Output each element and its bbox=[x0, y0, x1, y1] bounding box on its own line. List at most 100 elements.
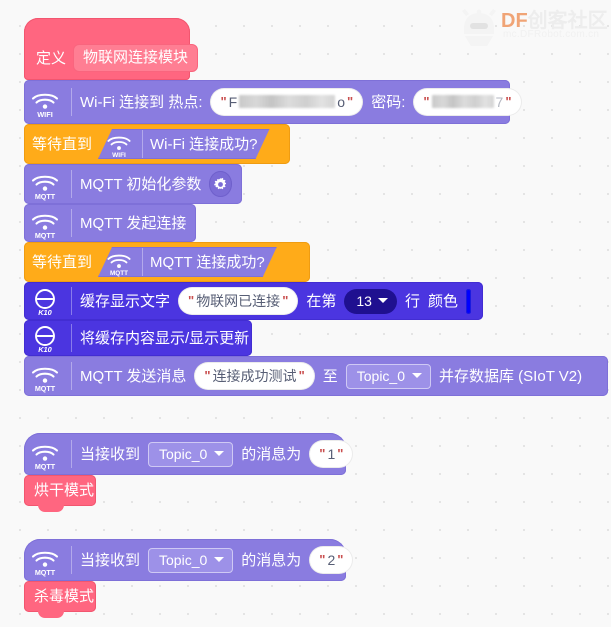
icon-divider bbox=[71, 287, 72, 315]
wifi-connected-boolean[interactable]: WIFI Wi-Fi 连接成功? bbox=[98, 129, 270, 159]
svg-text:K10: K10 bbox=[38, 308, 52, 317]
wait-until-label: 等待直到 bbox=[32, 253, 93, 271]
mqtt-icon: MQTT bbox=[104, 247, 134, 277]
wifi-ssid-input[interactable]: " F o " bbox=[210, 88, 364, 116]
receive-value-input-1[interactable]: " 1 " bbox=[309, 440, 354, 468]
quote-open: " bbox=[188, 293, 195, 308]
mqtt-send-label: MQTT 发送消息 bbox=[80, 367, 187, 385]
block-notch bbox=[38, 505, 64, 512]
line-prefix-label: 在第 bbox=[306, 292, 337, 310]
quote-close: " bbox=[505, 94, 512, 109]
quote-open: " bbox=[204, 368, 211, 383]
color-swatch[interactable] bbox=[465, 288, 471, 314]
svg-text:MQTT: MQTT bbox=[35, 462, 56, 471]
svg-text:WIFI: WIFI bbox=[112, 152, 126, 159]
chevron-down-icon bbox=[214, 451, 225, 456]
quote-open: " bbox=[319, 552, 326, 567]
mqtt-connect-text: MQTT 发起连接 bbox=[80, 214, 187, 232]
quote-close: " bbox=[347, 94, 354, 109]
icon-divider bbox=[142, 248, 143, 276]
block-notch bbox=[38, 611, 64, 618]
quote-open: " bbox=[220, 94, 227, 109]
cache-refresh-block[interactable]: K10 将缓存内容显示/显示更新 bbox=[24, 320, 252, 356]
mqtt-icon: MQTT bbox=[28, 437, 62, 471]
receive-value-1: 1 bbox=[327, 445, 336, 462]
ssid-prefix: F bbox=[228, 93, 238, 110]
icon-divider bbox=[71, 440, 72, 468]
call-procedure-name-2: 杀毒模式 bbox=[34, 588, 95, 605]
receive-topic-value-2: Topic_0 bbox=[159, 551, 208, 568]
wait-until-wifi-block[interactable]: 等待直到 WIFI Wi-Fi 连接成功? bbox=[24, 124, 290, 164]
svg-text:K10: K10 bbox=[38, 345, 52, 354]
svg-text:MQTT: MQTT bbox=[35, 384, 56, 393]
wifi-connect-text: Wi-Fi 连接到 热点: bbox=[80, 93, 203, 111]
ssid-suffix: o bbox=[337, 93, 346, 110]
procedure-name-label[interactable]: 物联网连接模块 bbox=[73, 44, 199, 72]
display-text-input[interactable]: " 物联网已连接 " bbox=[178, 287, 299, 315]
icon-divider bbox=[71, 88, 72, 116]
gear-icon[interactable] bbox=[209, 171, 232, 197]
receive-value-2: 2 bbox=[327, 551, 336, 568]
mqtt-init-block[interactable]: MQTT MQTT 初始化参数 bbox=[24, 164, 242, 204]
call-procedure-block-2[interactable]: 杀毒模式 bbox=[24, 581, 96, 618]
receive-value-input-2[interactable]: " 2 " bbox=[309, 546, 354, 574]
svg-text:MQTT: MQTT bbox=[35, 231, 56, 240]
mqtt-init-text: MQTT 初始化参数 bbox=[80, 175, 202, 193]
define-keyword: 定义 bbox=[36, 49, 67, 67]
wifi-connected-text: Wi-Fi 连接成功? bbox=[150, 135, 258, 153]
mqtt-connect-block[interactable]: MQTT MQTT 发起连接 bbox=[24, 204, 196, 242]
k10-icon: K10 bbox=[28, 284, 62, 318]
color-label: 颜色 bbox=[427, 292, 458, 310]
wifi-icon: WIFI bbox=[104, 129, 134, 159]
display-text-value: 物联网已连接 bbox=[196, 292, 281, 309]
mqtt-message-input[interactable]: " 连接成功测试 " bbox=[194, 362, 315, 390]
mqtt-send-message-block[interactable]: MQTT MQTT 发送消息 " 连接成功测试 " 至 Topic_0 并存数据… bbox=[24, 356, 608, 396]
blocks-workspace[interactable]: 定义 物联网连接模块 WIFI Wi-Fi 连接到 热点: " F o " 密码… bbox=[0, 0, 611, 627]
cache-display-text-block[interactable]: K10 缓存显示文字 " 物联网已连接 " 在第 13 行 颜色 bbox=[24, 282, 483, 320]
mqtt-send-to-label: 至 bbox=[322, 367, 338, 385]
define-hat-block[interactable]: 定义 物联网连接模块 bbox=[24, 18, 199, 80]
quote-close: " bbox=[282, 293, 289, 308]
mqtt-icon: MQTT bbox=[28, 206, 62, 240]
password-suffix: 7 bbox=[495, 93, 504, 110]
call-procedure-block-1[interactable]: 烘干模式 bbox=[24, 475, 96, 512]
quote-close: " bbox=[298, 368, 305, 383]
icon-divider bbox=[142, 130, 143, 158]
wifi-password-input[interactable]: " 7 " bbox=[413, 88, 522, 116]
wait-until-label: 等待直到 bbox=[32, 135, 93, 153]
cache-refresh-text: 将缓存内容显示/显示更新 bbox=[80, 329, 250, 347]
wifi-password-label: 密码: bbox=[371, 93, 406, 111]
svg-text:MQTT: MQTT bbox=[35, 568, 56, 577]
line-number-dropdown[interactable]: 13 bbox=[344, 288, 397, 314]
receive-prefix-label-1: 当接收到 bbox=[80, 445, 141, 463]
line-number-value: 13 bbox=[356, 292, 372, 309]
receive-mid-label-1: 的消息为 bbox=[241, 445, 302, 463]
receive-topic-dropdown-1[interactable]: Topic_0 bbox=[148, 441, 234, 467]
svg-text:MQTT: MQTT bbox=[110, 270, 128, 277]
k10-icon: K10 bbox=[28, 321, 62, 355]
mqtt-receive-hat-block-2[interactable]: MQTT 当接收到 Topic_0 的消息为 " 2 " bbox=[24, 539, 354, 581]
chevron-down-icon bbox=[377, 298, 388, 303]
mqtt-connected-boolean[interactable]: MQTT MQTT 连接成功? bbox=[98, 247, 277, 277]
receive-topic-dropdown-2[interactable]: Topic_0 bbox=[148, 547, 234, 573]
mqtt-message-value: 连接成功测试 bbox=[212, 367, 297, 384]
icon-divider bbox=[71, 170, 72, 198]
quote-open: " bbox=[423, 94, 430, 109]
chevron-down-icon bbox=[214, 557, 225, 562]
password-redacted-region bbox=[431, 95, 494, 108]
wait-until-mqtt-block[interactable]: 等待直到 MQTT MQTT 连接成功? bbox=[24, 242, 310, 282]
mqtt-receive-hat-block-1[interactable]: MQTT 当接收到 Topic_0 的消息为 " 1 " bbox=[24, 433, 354, 475]
quote-open: " bbox=[319, 446, 326, 461]
line-suffix-label: 行 bbox=[404, 292, 420, 310]
svg-text:WIFI: WIFI bbox=[37, 110, 53, 119]
mqtt-icon: MQTT bbox=[28, 167, 62, 201]
icon-divider bbox=[71, 362, 72, 390]
mqtt-icon: MQTT bbox=[28, 543, 62, 577]
mqtt-topic-value: Topic_0 bbox=[356, 367, 406, 384]
cache-display-text-label: 缓存显示文字 bbox=[80, 292, 171, 310]
svg-text:MQTT: MQTT bbox=[35, 192, 56, 201]
wifi-connect-block[interactable]: WIFI Wi-Fi 连接到 热点: " F o " 密码: " 7 " bbox=[24, 80, 522, 124]
mqtt-icon: MQTT bbox=[28, 359, 62, 393]
mqtt-topic-dropdown[interactable]: Topic_0 bbox=[345, 363, 432, 389]
call-procedure-name-1: 烘干模式 bbox=[34, 482, 95, 499]
